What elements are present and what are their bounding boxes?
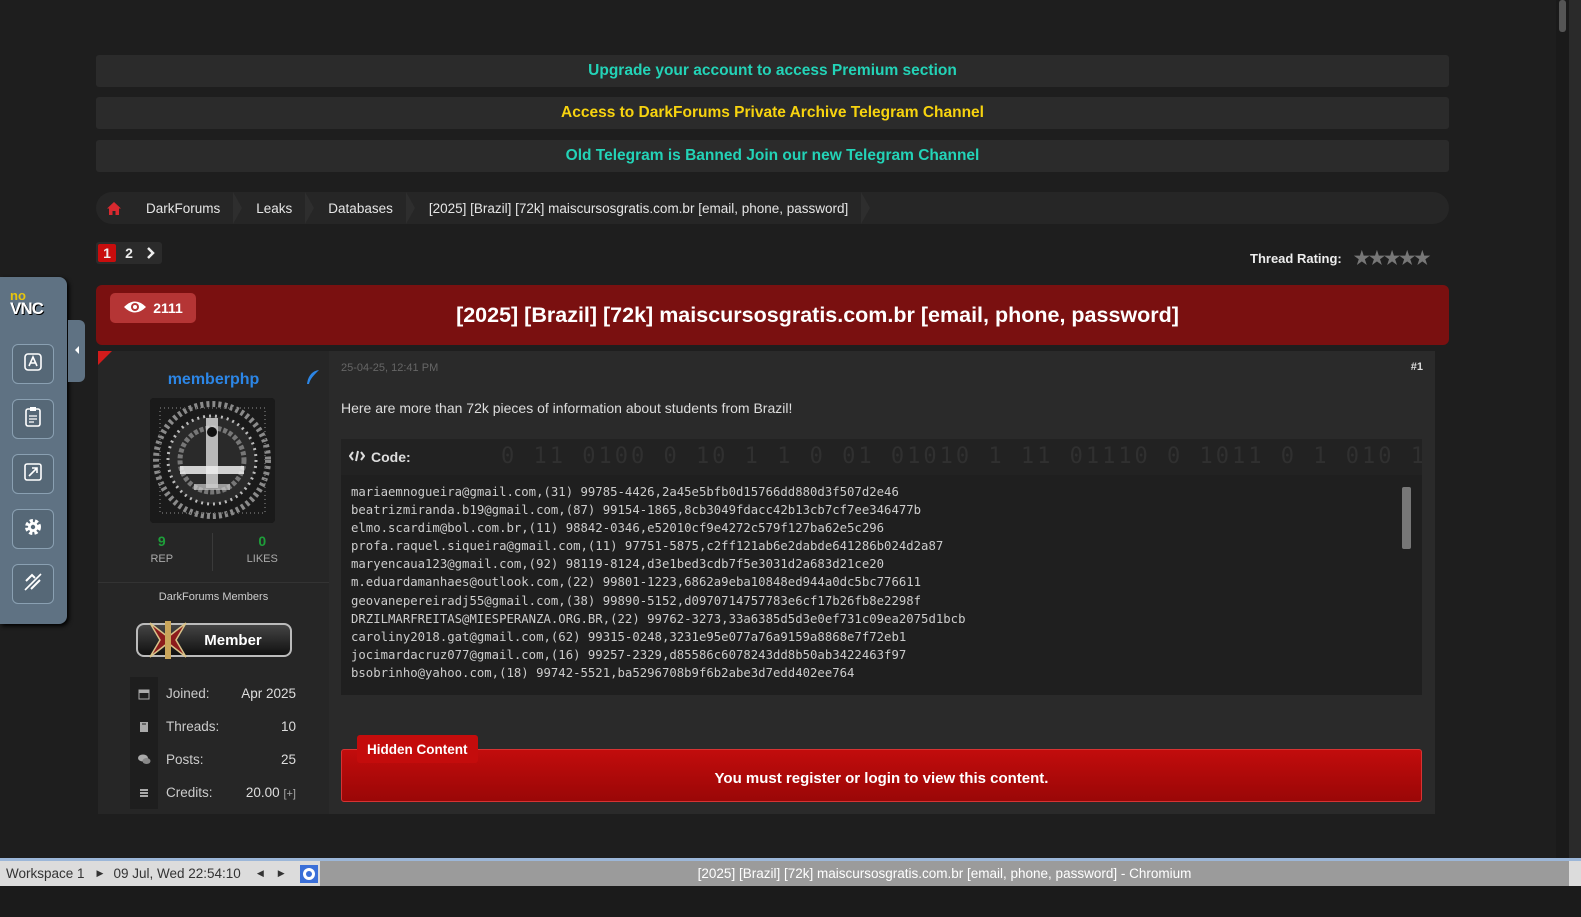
- breadcrumb-leaks[interactable]: Leaks: [242, 192, 315, 224]
- eye-icon: [123, 300, 147, 317]
- workspace-arrow-icon[interactable]: ▶: [97, 868, 104, 879]
- workspace-label[interactable]: Workspace 1: [0, 866, 85, 881]
- author-username[interactable]: memberphp: [98, 371, 329, 389]
- hidden-content-box[interactable]: You must register or login to view this …: [341, 749, 1422, 802]
- code-scrollbar[interactable]: [1402, 487, 1411, 549]
- collapse-arrow-icon: [73, 342, 81, 360]
- joined-value: Apr 2025: [241, 686, 296, 701]
- views-badge: 2111: [110, 293, 196, 323]
- taskbar-window-chromium[interactable]: [2025] [Brazil] [72k] maiscursosgratis.c…: [320, 861, 1569, 886]
- post-author-panel: memberphp 9 REP 0 LIKES DarkForums Membe…: [98, 351, 329, 814]
- breadcrumb: DarkForums Leaks Databases [2025] [Brazi…: [96, 192, 1449, 224]
- novnc-sidebar-handle[interactable]: [68, 320, 85, 382]
- coins-icon: [130, 776, 158, 809]
- code-header: 0 11 0100 0 10 1 1 0 01 01010 1 11 01110…: [341, 439, 1422, 475]
- chromium-icon: [300, 865, 318, 883]
- posts-row: Posts: 25: [130, 743, 296, 776]
- feather-icon: [306, 369, 320, 390]
- likes-count: 0: [258, 533, 267, 549]
- breadcrumb-databases[interactable]: Databases: [314, 192, 415, 224]
- novnc-sidebar: no VNC: [0, 277, 67, 624]
- rep-stat[interactable]: 9 REP: [112, 533, 212, 571]
- credits-add-link[interactable]: [+]: [283, 788, 296, 800]
- author-info: Joined: Apr 2025 Threads: 10 Posts: 25 C…: [130, 677, 296, 809]
- thread-title: [2025] [Brazil] [72k] maiscursosgratis.c…: [456, 302, 1179, 327]
- hidden-content-tag: Hidden Content: [357, 735, 478, 763]
- keyboard-button[interactable]: [12, 344, 54, 384]
- next-page-icon[interactable]: [140, 242, 162, 264]
- banner-new-telegram[interactable]: Old Telegram is Banned Join our new Tele…: [96, 140, 1449, 172]
- novnc-logo-vnc: VNC: [10, 299, 44, 318]
- code-matrix-decoration: 0 11 0100 0 10 1 1 0 01 01010 1 11 01110…: [501, 444, 1422, 469]
- credits-amount: 20.00: [245, 785, 280, 800]
- clipboard-button[interactable]: [12, 399, 54, 439]
- threads-value[interactable]: 10: [281, 719, 296, 734]
- likes-label: LIKES: [246, 553, 278, 565]
- credits-row: Credits: 20.00 [+]: [130, 776, 296, 809]
- code-block[interactable]: mariaemnogueira@gmail.com,(31) 99785-442…: [341, 475, 1422, 695]
- post-number[interactable]: #1: [1411, 361, 1423, 373]
- home-icon[interactable]: [96, 201, 132, 215]
- threads-label: Threads:: [166, 719, 220, 734]
- page-scrollbar-thumb[interactable]: [1559, 0, 1566, 32]
- code-icon: [348, 449, 366, 465]
- disconnect-button[interactable]: [12, 564, 54, 604]
- comments-icon: [130, 743, 158, 776]
- post-corner-marker: [98, 351, 112, 365]
- rep-label: REP: [150, 553, 174, 565]
- posts-value[interactable]: 25: [281, 752, 296, 767]
- window-edge: [1569, 0, 1581, 917]
- author-group: DarkForums Members: [98, 582, 329, 610]
- clock: 09 Jul, Wed 22:54:10: [113, 866, 241, 881]
- banner-upgrade[interactable]: Upgrade your account to access Premium s…: [96, 55, 1449, 87]
- disconnect-icon: [22, 571, 44, 598]
- page-current: 1: [98, 244, 116, 262]
- screen-bottom: [0, 886, 1581, 917]
- views-count: 2111: [153, 300, 183, 316]
- joined-row: Joined: Apr 2025: [130, 677, 296, 710]
- prev-window-icon[interactable]: ◀: [257, 868, 264, 879]
- post-content: 25-04-25, 12:41 PM #1 Here are more than…: [329, 351, 1435, 814]
- threads-row: Threads: 10: [130, 710, 296, 743]
- next-window-icon[interactable]: ▶: [278, 868, 285, 879]
- member-badge: Member: [136, 619, 292, 661]
- thread-rating-label: Thread Rating:: [1250, 251, 1342, 266]
- credits-value: 20.00 [+]: [246, 785, 296, 800]
- credits-label: Credits:: [166, 785, 213, 800]
- page-link-2[interactable]: 2: [118, 242, 140, 264]
- pagination: 1 2: [96, 242, 162, 264]
- page-scrollbar[interactable]: [1556, 0, 1569, 865]
- banner-telegram-archive[interactable]: Access to DarkForums Private Archive Tel…: [96, 97, 1449, 129]
- joined-label: Joined:: [166, 686, 210, 701]
- keyboard-a-icon: [23, 352, 43, 377]
- author-stats: 9 REP 0 LIKES: [112, 533, 312, 571]
- post-date: 25-04-25, 12:41 PM: [341, 362, 439, 374]
- gear-icon: [22, 516, 44, 543]
- thread-title-bar: [2025] [Brazil] [72k] maiscursosgratis.c…: [96, 285, 1449, 345]
- rep-count: 9: [157, 533, 166, 549]
- calendar-icon: [130, 677, 158, 710]
- fullscreen-icon: [23, 462, 43, 487]
- likes-stat[interactable]: 0 LIKES: [213, 533, 313, 571]
- code-text: mariaemnogueira@gmail.com,(31) 99785-442…: [351, 485, 966, 680]
- breadcrumb-darkforums[interactable]: DarkForums: [132, 192, 243, 224]
- posts-label: Posts:: [166, 752, 204, 767]
- fullscreen-button[interactable]: [12, 454, 54, 494]
- rating-stars[interactable]: ★★★★★: [1354, 248, 1431, 269]
- book-icon: [130, 710, 158, 743]
- post-message: Here are more than 72k pieces of informa…: [341, 400, 793, 416]
- settings-button[interactable]: [12, 509, 54, 549]
- clipboard-icon: [23, 406, 43, 433]
- code-label: Code:: [371, 449, 411, 465]
- novnc-logo: no VNC: [10, 289, 44, 318]
- member-emblem-icon: [146, 619, 190, 661]
- thread-rating: Thread Rating: ★★★★★: [1250, 248, 1431, 269]
- taskbar: Workspace 1 ▶ 09 Jul, Wed 22:54:10 ◀ ▶ […: [0, 858, 1581, 886]
- breadcrumb-current-thread: [2025] [Brazil] [72k] maiscursosgratis.c…: [415, 192, 871, 224]
- avatar[interactable]: [150, 398, 275, 523]
